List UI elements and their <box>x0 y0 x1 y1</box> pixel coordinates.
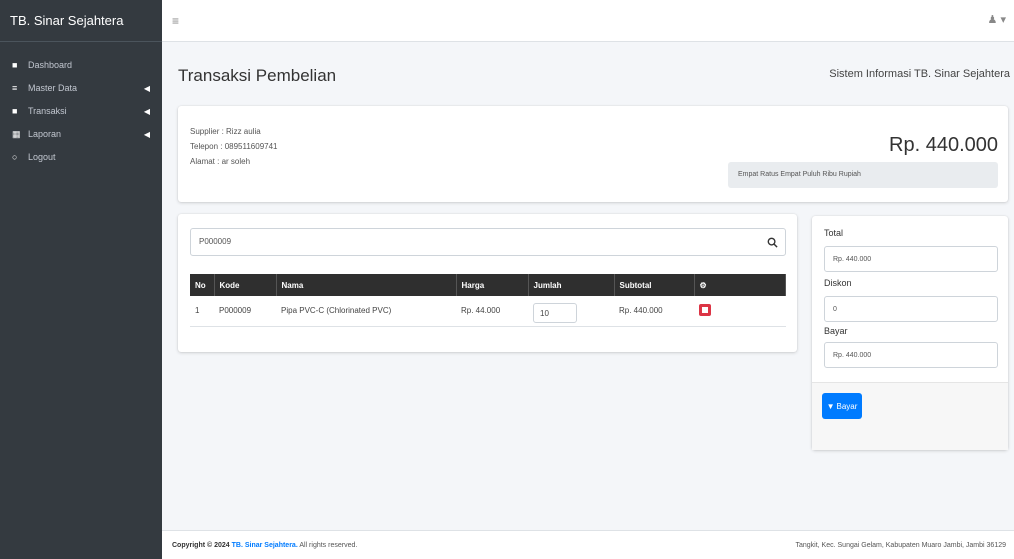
chevron-left-icon: ◀ <box>143 83 150 93</box>
column-header-nama: Nama <box>276 274 457 296</box>
brand-title[interactable]: TB. Sinar Sejahtera <box>0 0 162 42</box>
chevron-left-icon: ◀ <box>143 106 150 116</box>
cell-action <box>694 296 786 327</box>
sidebar-item-logout[interactable]: ○ Logout <box>0 146 162 168</box>
company-address: Tangkit, Kec. Sungai Gelam, Kabupaten Mu… <box>795 542 1006 549</box>
column-header-harga: Harga <box>456 274 529 296</box>
discount-field[interactable]: 0 <box>824 296 998 322</box>
cell-nama: Pipa PVC-C (Chlorinated PVC) <box>276 296 456 327</box>
sidebar-nav: ■ Dashboard ≡ Master Data ◀ ■ Transaksi … <box>0 42 162 168</box>
report-icon: ▦ <box>12 128 21 139</box>
pay-label: Bayar <box>824 326 848 336</box>
sidebar-item-master-data[interactable]: ≡ Master Data ◀ <box>0 77 162 99</box>
cell-harga: Rp. 44.000 <box>456 296 528 327</box>
cell-jumlah: 10 <box>528 296 614 327</box>
payment-card-footer: ▼ Bayar <box>812 382 1008 450</box>
column-header-subtotal: Subtotal <box>614 274 695 296</box>
gear-icon: ⚙ <box>694 274 786 296</box>
user-menu-icon[interactable]: ♟ ▾ <box>988 13 1006 26</box>
quantity-input[interactable]: 10 <box>533 302 577 323</box>
cell-kode: P000009 <box>214 296 276 327</box>
sidebar-item-label: Logout <box>28 152 56 162</box>
site-name: Sistem Informasi TB. Sinar Sejahtera <box>829 68 1010 80</box>
pay-button[interactable]: ▼ Bayar <box>822 393 862 419</box>
search-icon[interactable] <box>759 229 785 255</box>
transaction-icon: ■ <box>12 106 18 116</box>
logout-icon: ○ <box>12 152 18 162</box>
sidebar-item-label: Transaksi <box>28 106 67 116</box>
supplier-address: Alamat : ar soleh <box>190 157 251 166</box>
discount-label: Diskon <box>824 278 852 288</box>
content-header: Transaksi Pembelian Sistem Informasi TB.… <box>162 42 1014 102</box>
total-label: Total <box>824 228 844 238</box>
sidebar-item-label: Laporan <box>28 129 62 139</box>
supplier-details: Supplier : Rizz aulia Telepon : 08951160… <box>190 124 278 169</box>
supplier-phone: Telepon : 089511609741 <box>190 142 278 151</box>
table-header-row: No Kode Nama Harga Jumlah Subtotal ⚙ <box>190 274 786 296</box>
dashboard-icon: ■ <box>12 60 18 70</box>
total-in-words: Empat Ratus Empat Puluh Ribu Rupiah <box>728 162 998 188</box>
table-row: 1 P000009 Pipa PVC-C (Chlorinated PVC) R… <box>190 296 786 327</box>
sidebar-item-transaksi[interactable]: ■ Transaksi ◀ <box>0 100 162 122</box>
cell-no: 1 <box>190 296 214 327</box>
pay-button-label: Bayar <box>836 401 858 411</box>
delete-item-button[interactable] <box>699 303 711 316</box>
page-footer: Copyright © 2024 TB. Sinar Sejahtera. Al… <box>162 530 1014 559</box>
purchase-items-card: P000009 No Kode Nama Harga Jumlah Subtot… <box>178 214 797 352</box>
company-link[interactable]: TB. Sinar Sejahtera. <box>232 542 298 549</box>
chevron-left-icon: ◀ <box>143 129 150 139</box>
database-icon: ≡ <box>12 83 18 93</box>
cart-icon: ▼ <box>826 401 835 411</box>
grand-total: Rp. 440.000 <box>889 134 998 156</box>
top-navbar: ≡ ♟ ▾ <box>162 0 1014 42</box>
total-field[interactable]: Rp. 440.000 <box>824 246 998 272</box>
sidebar-item-laporan[interactable]: ▦ Laporan ◀ <box>0 123 162 145</box>
sidebar: TB. Sinar Sejahtera ■ Dashboard ≡ Master… <box>0 0 162 559</box>
column-header-kode: Kode <box>214 274 277 296</box>
cell-subtotal: Rp. 440.000 <box>614 296 694 327</box>
pay-amount-field[interactable]: Rp. 440.000 <box>824 342 998 368</box>
payment-card: Total Rp. 440.000 Diskon 0 Bayar Rp. 440… <box>812 216 1008 450</box>
hamburger-menu-icon[interactable]: ≡ <box>172 14 179 28</box>
column-header-no: No <box>190 274 215 296</box>
purchase-items-table: No Kode Nama Harga Jumlah Subtotal ⚙ 1 P… <box>190 274 786 327</box>
copyright-prefix: Copyright © 2024 <box>172 542 230 549</box>
copyright-suffix: All rights reserved. <box>299 542 358 549</box>
page-title: Transaksi Pembelian <box>178 66 337 85</box>
column-header-jumlah: Jumlah <box>528 274 615 296</box>
sidebar-item-label: Master Data <box>28 83 78 93</box>
product-search-input[interactable]: P000009 <box>190 228 786 256</box>
copyright-text: Copyright © 2024 TB. Sinar Sejahtera. Al… <box>172 542 357 549</box>
search-input-value: P000009 <box>199 237 232 246</box>
sidebar-item-label: Dashboard <box>28 60 73 70</box>
supplier-info-card: Supplier : Rizz aulia Telepon : 08951160… <box>178 106 1008 202</box>
sidebar-item-dashboard[interactable]: ■ Dashboard <box>0 54 162 76</box>
supplier-name: Supplier : Rizz aulia <box>190 127 261 136</box>
